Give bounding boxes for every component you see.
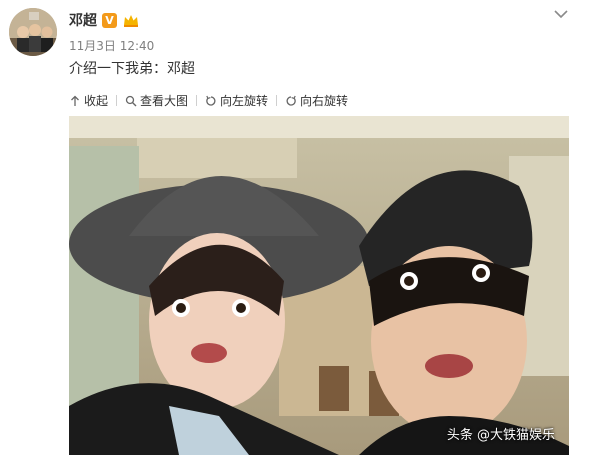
weibo-post: 邓超 V 11月3日 12:40 介绍一下我弟：邓超 收起 查看大图 向左旋转 … [0,0,592,455]
toolbar-divider [276,95,278,106]
image-toolbar: 收起 查看大图 向左旋转 向右旋转 [69,92,348,109]
rotate-right-button[interactable]: 向右旋转 [285,92,348,109]
rotate-left-label: 向左旋转 [220,94,269,108]
rotate-right-icon [286,95,296,106]
view-large-label: 查看大图 [140,94,189,108]
post-text: 介绍一下我弟：邓超 [69,61,195,77]
arrow-up-icon [71,95,79,106]
photo-watermark: 头条 @大铁猫娱乐 [446,428,555,443]
photo-image [69,116,569,455]
collapse-button[interactable]: 收起 [69,92,108,109]
avatar-image [9,8,57,56]
view-large-button[interactable]: 查看大图 [125,92,188,109]
rotate-right-label: 向右旋转 [300,94,349,108]
avatar[interactable] [9,8,57,56]
toolbar-divider [116,95,118,106]
rotate-left-icon [206,95,216,106]
magnifier-icon [125,95,137,106]
collapse-label: 收起 [84,94,109,108]
post-photo[interactable]: 头条 @大铁猫娱乐 [69,116,569,455]
author-row: 邓超 V [69,10,140,30]
rotate-left-button[interactable]: 向左旋转 [205,92,268,109]
toolbar-divider [196,95,198,106]
chevron-down-icon[interactable] [553,8,569,20]
vip-crown-icon [124,14,138,27]
author-name[interactable]: 邓超 [69,10,97,30]
verified-badge-icon: V [102,12,117,28]
post-timestamp[interactable]: 11月3日 12:40 [69,37,154,54]
